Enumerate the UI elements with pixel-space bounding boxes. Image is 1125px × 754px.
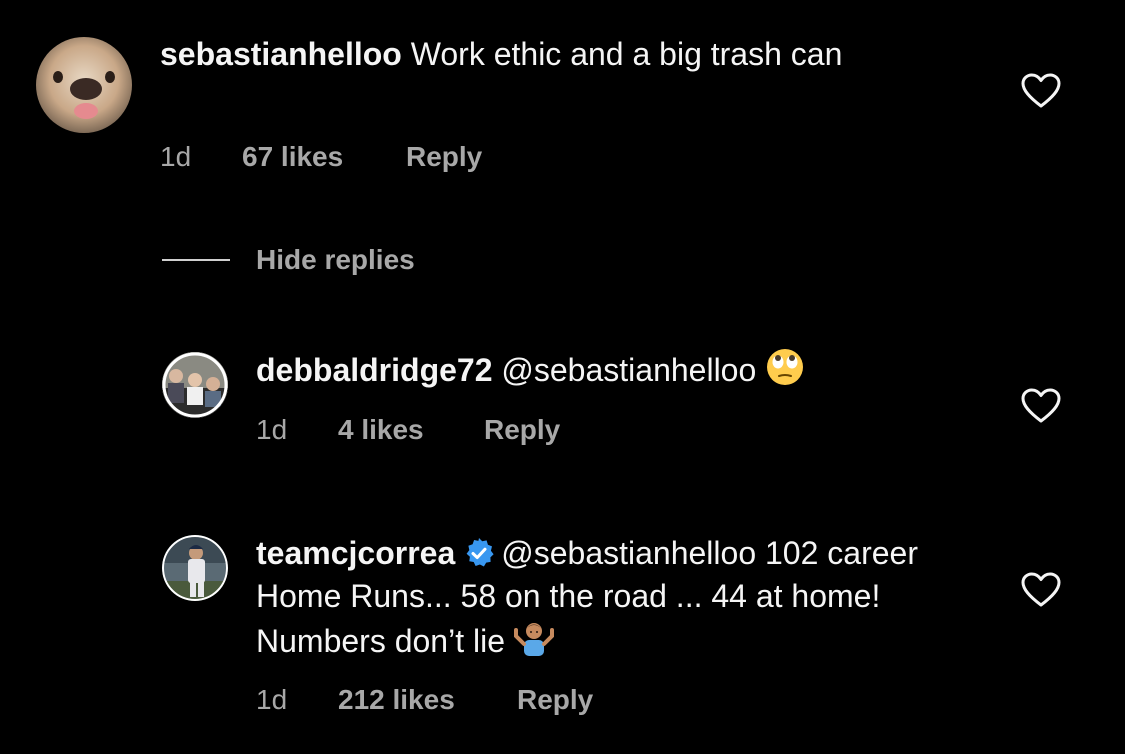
comment-username[interactable]: debbaldridge72 [256,352,493,388]
avatar[interactable] [162,352,228,418]
likes-count[interactable]: 67 likes [242,141,406,173]
comment-body: @sebastianhelloo [492,352,766,388]
comment-username[interactable]: teamcjcorrea [256,535,455,571]
avatar[interactable] [162,535,228,601]
comment-time: 1d [256,414,288,445]
avatar[interactable] [36,37,132,133]
comment-text: teamcjcorrea @sebastianhelloo 102 career… [256,532,926,663]
reply-button[interactable]: Reply [517,684,593,716]
comment-text: debbaldridge72 @sebastianhelloo [256,347,956,392]
heart-outline-icon[interactable] [1021,388,1061,424]
divider [162,259,230,261]
comment-body: Work ethic and a big trash can [401,36,843,72]
likes-count[interactable]: 212 likes [338,684,517,716]
verified-badge-icon [466,538,494,567]
likes-count[interactable]: 4 likes [338,414,484,446]
person-shrugging-icon [513,623,554,656]
comment-time: 1d [256,684,288,715]
hide-replies-button[interactable]: Hide replies [162,244,415,276]
comment-time: 1d [160,141,192,172]
heart-outline-icon[interactable] [1021,73,1061,109]
comment-meta: 1d 4 likes Reply [256,414,560,446]
comment-username[interactable]: sebastianhelloo [160,36,402,72]
heart-outline-icon[interactable] [1021,572,1061,608]
hide-replies-label: Hide replies [256,244,415,275]
face-with-rolling-eyes-icon [767,349,804,385]
comment-text: sebastianhelloo Work ethic and a big tra… [160,33,920,76]
comment-meta: 1d 212 likes Reply [256,684,593,716]
reply-button[interactable]: Reply [406,141,482,173]
comment-meta: 1d 67 likes Reply [160,141,482,173]
reply-button[interactable]: Reply [484,414,560,446]
